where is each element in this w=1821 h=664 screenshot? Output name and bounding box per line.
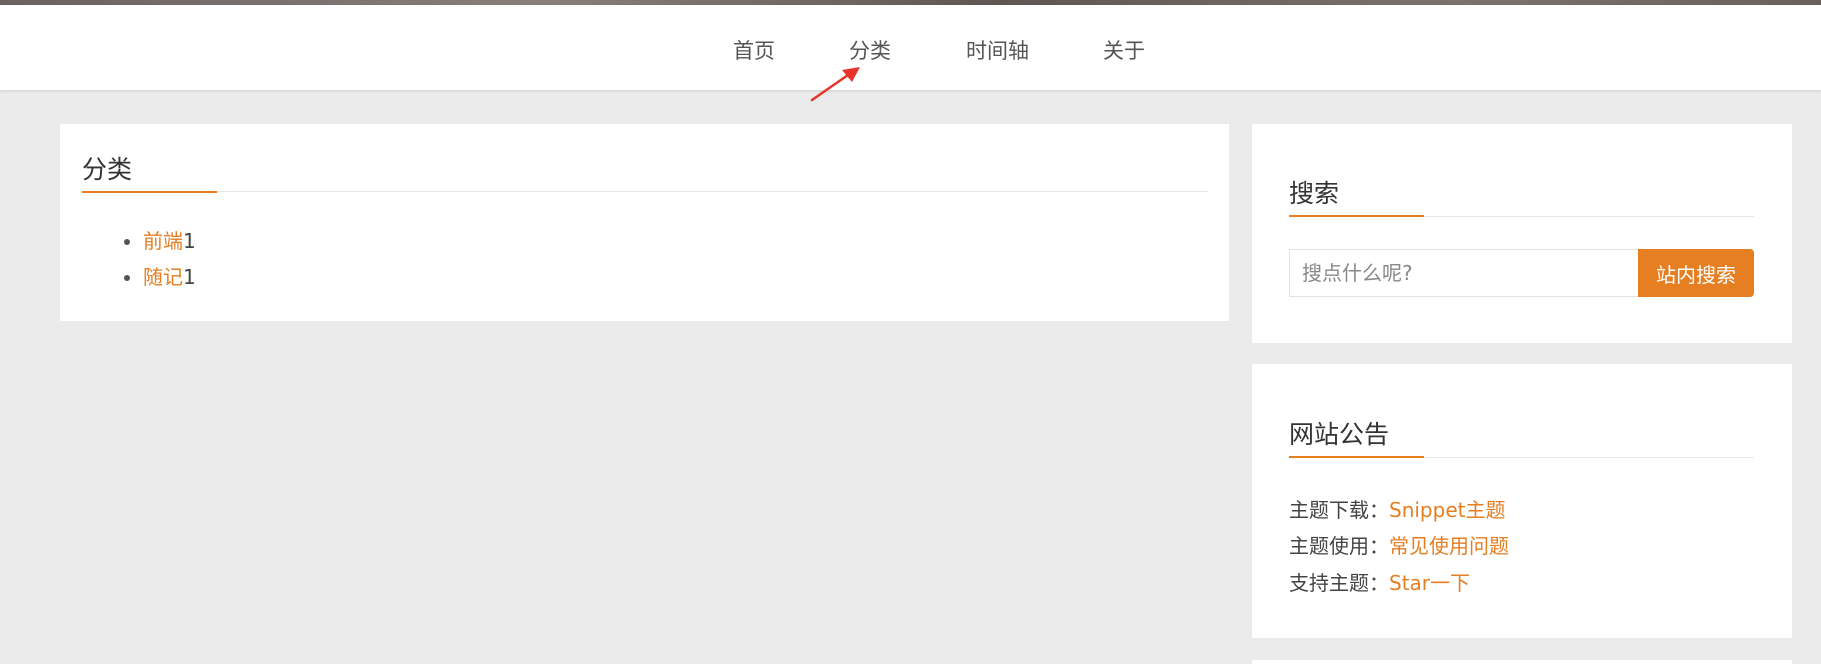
- notice-label: 主题下载：: [1289, 498, 1389, 522]
- bullet-icon: [124, 239, 130, 245]
- nav-item-categories[interactable]: 分类: [849, 35, 891, 65]
- nav-item-timeline[interactable]: 时间轴: [966, 35, 1029, 65]
- search-title: 搜索: [1289, 179, 1340, 208]
- top-navbar: 首页 分类 时间轴 关于: [0, 5, 1821, 90]
- notice-link-snippet-theme[interactable]: Snippet主题: [1389, 498, 1505, 522]
- next-card-edge: [1252, 660, 1792, 664]
- search-input[interactable]: [1289, 249, 1639, 297]
- nav-item-home[interactable]: 首页: [733, 35, 775, 65]
- notice-label: 主题使用：: [1289, 534, 1389, 558]
- notice-link-star[interactable]: Star一下: [1389, 571, 1470, 595]
- notice-link-faq[interactable]: 常见使用问题: [1389, 534, 1509, 558]
- categories-title-divider: [82, 191, 1208, 192]
- bullet-icon: [124, 275, 130, 281]
- search-button[interactable]: 站内搜索: [1638, 249, 1754, 297]
- notice-title: 网站公告: [1289, 420, 1390, 449]
- category-item: 随记1: [120, 259, 196, 295]
- categories-card: [60, 124, 1229, 321]
- nav-item-about[interactable]: 关于: [1103, 35, 1145, 65]
- category-link-frontend[interactable]: 前端: [143, 229, 183, 253]
- category-count: 1: [183, 265, 196, 289]
- search-card: [1252, 124, 1792, 343]
- category-link-notes[interactable]: 随记: [143, 265, 183, 289]
- notice-line: 主题下载：Snippet主题: [1289, 494, 1505, 523]
- category-item: 前端1: [120, 223, 196, 259]
- categories-title-accent: [82, 191, 217, 193]
- notice-label: 支持主题：: [1289, 571, 1389, 595]
- notice-title-accent: [1289, 456, 1424, 458]
- notice-line: 支持主题：Star一下: [1289, 567, 1470, 596]
- categories-title: 分类: [82, 155, 133, 184]
- notice-line: 主题使用：常见使用问题: [1289, 530, 1509, 559]
- search-title-accent: [1289, 215, 1424, 217]
- red-arrow-icon: [810, 67, 860, 102]
- category-count: 1: [183, 229, 196, 253]
- category-list: 前端1 随记1: [120, 223, 196, 295]
